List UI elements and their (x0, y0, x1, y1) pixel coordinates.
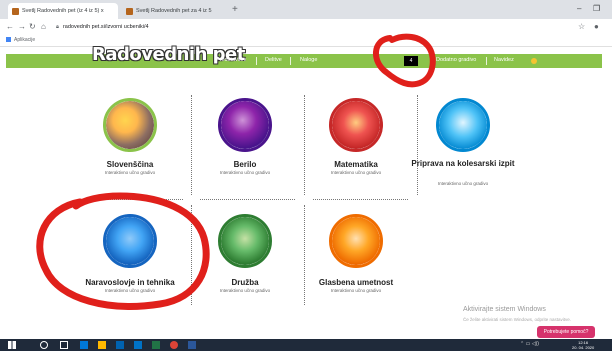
system-tray-icons[interactable]: ⌃ ▭ ◁)) (520, 341, 539, 347)
word-icon[interactable] (188, 341, 196, 349)
grid-divider (200, 199, 295, 200)
druzba-illustration (218, 214, 272, 268)
windows-taskbar: ⌃ ▭ ◁)) 12:16 20. 04. 2020 (0, 339, 612, 351)
search-icon[interactable] (40, 341, 48, 349)
berilo-illustration (218, 98, 272, 152)
card-subtitle: Interaktivno učno gradivo (219, 288, 271, 293)
card-title: Glasbena umetnost (318, 278, 394, 287)
page-number-box[interactable]: 4 (404, 56, 418, 66)
task-view-icon[interactable] (60, 341, 68, 349)
slovenscina-illustration (103, 98, 157, 152)
clock-date: 20. 04. 2020 (572, 345, 595, 350)
grid-divider (417, 95, 418, 195)
card-subtitle: Interaktivno učno gradivo (330, 288, 382, 293)
mail-icon[interactable] (134, 341, 142, 349)
card-title: Berilo (233, 160, 257, 169)
browser-tab-bar: Svetlj Radovednih pet (iz 4 iz 5) x Svet… (0, 0, 612, 19)
card-subtitle: Interaktivno učno gradivo (330, 170, 382, 175)
excel-icon[interactable] (152, 341, 160, 349)
minimize-button[interactable]: – (577, 4, 581, 13)
menu-divider (256, 57, 257, 65)
apps-bookmark[interactable]: Aplikacije (14, 37, 35, 43)
grid-divider (304, 95, 305, 195)
lock-icon: 🔒︎ (56, 24, 59, 30)
browser-tab[interactable]: Svetlj Radovednih pet za 4 iz 5 (122, 3, 230, 19)
maximize-button[interactable]: ❐ (593, 4, 600, 13)
card-title: Matematika (334, 160, 378, 169)
taskbar-clock[interactable]: 12:16 20. 04. 2020 (572, 340, 594, 350)
url-text: radovednih pet.si/izvorni ucbeniki/4 (62, 24, 149, 30)
card-subtitle: Interaktivno učno gradivo (437, 181, 489, 186)
profile-icon[interactable]: ● (594, 21, 599, 33)
menu-divider (290, 57, 291, 65)
card-title: Družba (231, 278, 259, 287)
bookmark-star-icon[interactable]: ☆ (578, 21, 585, 33)
new-tab-button[interactable]: + (232, 4, 238, 16)
tab-title: Svetlj Radovednih pet za 4 iz 5 (136, 8, 212, 14)
card-subtitle: Interaktivno učno gradivo (219, 170, 271, 175)
edge-browser-icon[interactable] (80, 341, 88, 349)
site-favicon-icon (12, 7, 19, 15)
card-title: Slovenščina (106, 160, 154, 169)
apps-grid-icon (6, 37, 11, 43)
menu-divider (486, 57, 487, 65)
menu-item-naloge[interactable]: Naloge (300, 57, 317, 63)
card-subtitle: Interaktivno učno gradivo (104, 170, 156, 175)
home-icon[interactable]: ⌂ (41, 21, 46, 33)
menu-item-delitve[interactable]: Delitve (265, 57, 282, 63)
store-icon[interactable] (116, 341, 124, 349)
menu-item-predstavitev[interactable]: Predstavitev (216, 57, 246, 63)
help-button[interactable]: Potrebujete pomoč? (537, 326, 595, 338)
card-subtitle: Interaktivno učno gradivo (104, 288, 156, 293)
card-title: Naravoslovje in tehnika (85, 278, 175, 287)
file-explorer-icon[interactable] (98, 341, 106, 349)
chrome-icon[interactable] (170, 341, 178, 349)
site-favicon-icon (126, 7, 133, 15)
back-arrow-icon[interactable]: ← (6, 21, 14, 33)
grid-divider (88, 199, 183, 200)
glasbena-umetnost-illustration (329, 214, 383, 268)
card-title: Priprava na kolesarski izpit (411, 159, 515, 168)
menu-item-dodatno-gradivo[interactable]: Dodatno gradivo (436, 57, 476, 63)
grid-divider (191, 95, 192, 195)
windows-start-icon[interactable] (8, 341, 16, 349)
reload-icon[interactable]: ↻ (29, 21, 36, 33)
url-field[interactable]: 🔒︎ radovednih pet.si/izvorni ucbeniki/4 (56, 22, 149, 32)
menu-item-navidez[interactable]: Navidez (494, 57, 514, 63)
kolesarski-izpit-illustration (436, 98, 490, 152)
grid-divider (313, 199, 408, 200)
windows-activation-watermark: Aktivirajte sistem Windows (463, 306, 546, 313)
naravoslovje-illustration (103, 214, 157, 268)
browser-tab-active[interactable]: Svetlj Radovednih pet (iz 4 iz 5) x (8, 3, 118, 19)
tab-title: Svetlj Radovednih pet (iz 4 iz 5) x (22, 8, 104, 14)
browser-address-bar: ← → ↻ ⌂ 🔒︎ radovednih pet.si/izvorni ucbe… (0, 19, 612, 35)
windows-activation-hint: Če želite aktivirati sistem Windows, odp… (463, 317, 572, 322)
matematika-illustration (329, 98, 383, 152)
forward-arrow-icon[interactable]: → (18, 21, 26, 33)
sun-icon (531, 58, 537, 64)
